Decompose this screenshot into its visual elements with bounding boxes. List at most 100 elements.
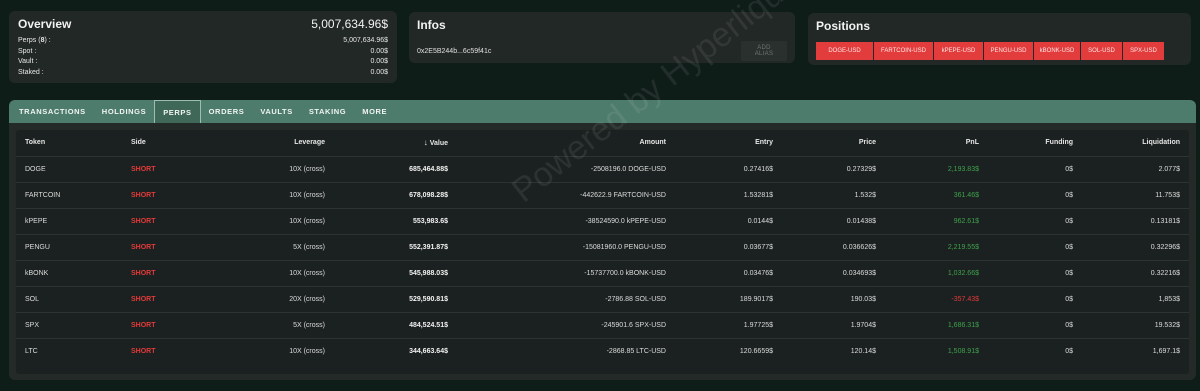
table-row[interactable]: FARTCOIN SHORT 10X (cross) 678,098.28$ -4426… xyxy=(16,182,1189,209)
cell-pnl: 1,508.91$ xyxy=(947,347,979,355)
cell-price: 0.01438$ xyxy=(782,208,885,235)
cell-pnl: 1,032.66$ xyxy=(885,260,988,287)
position-chip[interactable]: SPX-USD xyxy=(1123,42,1164,60)
tab-holdings[interactable]: HOLDINGS xyxy=(94,100,154,123)
cell-funding: 0$ xyxy=(988,156,1082,183)
tab-staking[interactable]: STAKING xyxy=(301,100,354,123)
header-amount[interactable]: Amount xyxy=(457,130,675,157)
tab-vaults[interactable]: VAULTS xyxy=(252,100,301,123)
cell-amount: -15737700.0 kBONK-USD xyxy=(457,260,675,287)
positions-card: Positions DOGE-USD FARTCOIN-USD kPEPE-US… xyxy=(808,13,1191,65)
overview-row-spot: Spot : 0.00$ xyxy=(18,47,388,58)
cell-leverage: 20X (cross) xyxy=(228,286,334,313)
overview-rows: Perps (8) : 5,007,634.96$ Spot : 0.00$ V… xyxy=(18,36,388,78)
position-chip[interactable]: FARTCOIN-USD xyxy=(874,42,933,60)
tab-more[interactable]: MORE xyxy=(354,100,395,123)
header-entry[interactable]: Entry xyxy=(675,130,782,157)
infos-card: Infos 0x2E5B244b...6c59f41c ADD ALIAS xyxy=(409,12,795,63)
position-chip[interactable]: kBONK-USD xyxy=(1034,42,1080,60)
cell-pnl: 2,193.83$ xyxy=(885,156,988,183)
infos-title: Infos xyxy=(417,18,446,32)
overview-row-value: 0.00$ xyxy=(370,68,388,76)
positions-title: Positions xyxy=(816,19,871,33)
cell-liquidation: 11.753$ xyxy=(1082,182,1189,209)
table-row[interactable]: PENGU SHORT 5X (cross) 552,391.87$ -15081960… xyxy=(16,234,1189,261)
header-token[interactable]: Token xyxy=(16,130,122,157)
cell-funding: 0$ xyxy=(988,234,1082,261)
cell-leverage: 10X (cross) xyxy=(289,347,325,355)
table-body: DOGE SHORT 10X (cross) 685,464.88$ -2508196.… xyxy=(16,156,1189,364)
overview-row-value: 5,007,634.96$ xyxy=(343,37,388,44)
table-row[interactable]: kBONK SHORT 10X (cross) 545,988.03$ -1573770… xyxy=(16,260,1189,287)
cell-price: 0.27329$ xyxy=(782,156,885,183)
cell-liquidation: 0.32216$ xyxy=(1082,260,1189,287)
cell-funding: 0$ xyxy=(988,312,1082,339)
tab-orders[interactable]: ORDERS xyxy=(201,100,253,123)
overview-row-vault: Vault : 0.00$ xyxy=(18,57,388,68)
cell-side: SHORT xyxy=(122,312,228,339)
cell-amount: -38524590.0 kPEPE-USD xyxy=(457,208,675,235)
cell-amount: -2508196.0 DOGE-USD xyxy=(457,156,675,183)
cell-token: SOL xyxy=(16,286,122,313)
overview-row-perps: Perps (8) : 5,007,634.96$ xyxy=(18,36,388,47)
overview-row-value: 0.00$ xyxy=(370,47,388,55)
add-alias-button[interactable]: ADD ALIAS xyxy=(741,41,787,61)
cell-side: SHORT xyxy=(122,234,228,261)
cell-funding: 0$ xyxy=(988,286,1082,313)
cell-token: kPEPE xyxy=(16,208,122,235)
cell-leverage: 5X (cross) xyxy=(228,234,334,261)
cell-amount: -15081960.0 PENGU-USD xyxy=(457,234,675,261)
cell-entry: 0.0144$ xyxy=(675,208,782,235)
header-leverage[interactable]: Leverage xyxy=(228,130,334,157)
header-price[interactable]: Price xyxy=(782,130,885,157)
tab-transactions[interactable]: TRANSACTIONS xyxy=(11,100,94,123)
table-row[interactable]: LTC SHORT 10X (cross) 344,663.64$ -2868.85 L… xyxy=(16,338,1189,364)
position-chip[interactable]: kPEPE-USD xyxy=(934,42,983,60)
cell-entry: 0.03476$ xyxy=(675,260,782,287)
cell-entry: 1.97725$ xyxy=(675,312,782,339)
cell-pnl: -357.43$ xyxy=(885,286,988,313)
cell-liquidation: 1,697.1$ xyxy=(1152,347,1180,355)
infos-row: 0x2E5B244b...6c59f41c ADD ALIAS xyxy=(417,41,787,61)
header-pnl[interactable]: PnL xyxy=(885,130,988,157)
position-chip[interactable]: SOL-USD xyxy=(1081,42,1122,60)
header-liquidation[interactable]: Liquidation xyxy=(1082,130,1189,157)
cell-value: 545,988.03$ xyxy=(334,260,457,287)
cell-entry: 120.6659$ xyxy=(739,347,773,355)
cell-token: PENGU xyxy=(16,234,122,261)
position-chip[interactable]: PENGU-USD xyxy=(984,42,1033,60)
position-chip[interactable]: DOGE-USD xyxy=(816,42,873,60)
cell-side: SHORT xyxy=(122,208,228,235)
overview-row-value: 0.00$ xyxy=(370,58,388,65)
cell-amount: -2786.88 SOL-USD xyxy=(457,286,675,313)
cell-entry: 0.27416$ xyxy=(675,156,782,183)
cell-amount: -245901.6 SPX-USD xyxy=(457,312,675,339)
cell-price: 120.14$ xyxy=(850,347,876,355)
cell-entry: 0.03677$ xyxy=(675,234,782,261)
cell-liquidation: 1,853$ xyxy=(1082,286,1189,313)
cell-price: 1.9704$ xyxy=(782,312,885,339)
header-side[interactable]: Side xyxy=(122,130,228,157)
perps-panel: TRANSACTIONS HOLDINGS PERPS ORDERS VAULT… xyxy=(9,100,1196,380)
header-funding[interactable]: Funding xyxy=(988,130,1082,157)
overview-row-label: Staked : xyxy=(18,68,44,76)
cell-price: 1.532$ xyxy=(782,182,885,209)
table-row[interactable]: SPX SHORT 5X (cross) 484,524.51$ -245901.6 S… xyxy=(16,312,1189,339)
perps-table-container: Token Side Leverage ↓ Value Amount Entry … xyxy=(16,130,1189,374)
cell-leverage: 10X (cross) xyxy=(228,182,334,209)
cell-leverage: 10X (cross) xyxy=(228,260,334,287)
positions-chip-list: DOGE-USD FARTCOIN-USD kPEPE-USD PENGU-US… xyxy=(816,42,1183,60)
cell-side: SHORT xyxy=(122,286,228,313)
cell-entry: 1.53281$ xyxy=(675,182,782,209)
cell-funding: 0$ xyxy=(988,208,1082,235)
header-value[interactable]: ↓ Value xyxy=(334,130,457,157)
table-row[interactable]: kPEPE SHORT 10X (cross) 553,983.6$ -38524590… xyxy=(16,208,1189,235)
table-row[interactable]: DOGE SHORT 10X (cross) 685,464.88$ -2508196.… xyxy=(16,156,1189,183)
cell-side: SHORT xyxy=(122,182,228,209)
table-row[interactable]: SOL SHORT 20X (cross) 529,590.81$ -2786.88 S… xyxy=(16,286,1189,313)
cell-liquidation: 19.532$ xyxy=(1082,312,1189,339)
perps-table: Token Side Leverage ↓ Value Amount Entry … xyxy=(16,130,1189,364)
tab-perps[interactable]: PERPS xyxy=(154,100,201,123)
wallet-address[interactable]: 0x2E5B244b...6c59f41c xyxy=(417,48,491,55)
cell-amount: -2868.85 LTC-USD xyxy=(606,347,666,355)
